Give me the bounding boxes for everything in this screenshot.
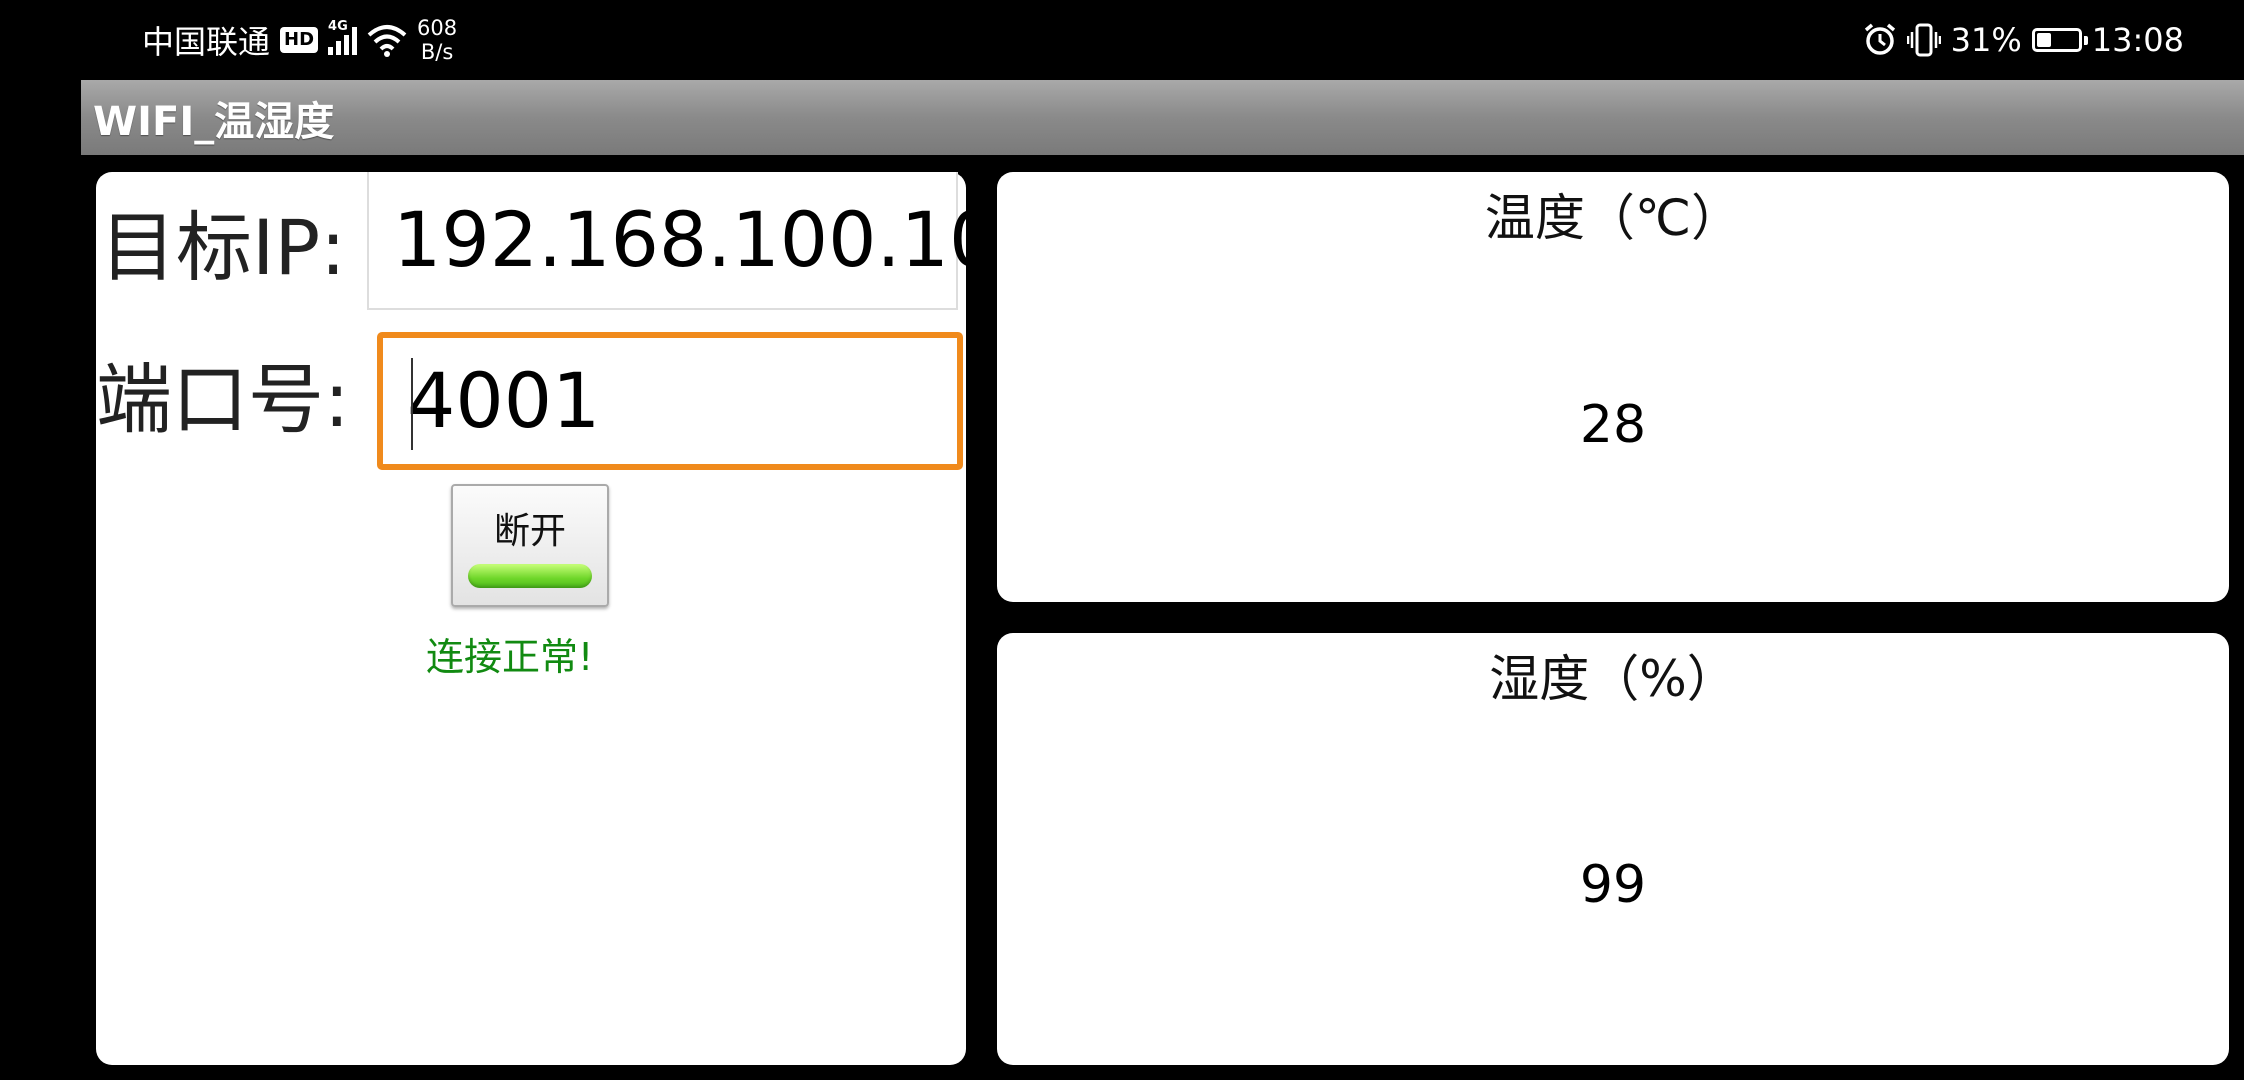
status-bar-left: 中国联通 HD 4G 608 B/s [142, 14, 457, 66]
disconnect-button-label: 断开 [493, 511, 566, 552]
hd-icon: HD [280, 27, 319, 53]
port-input[interactable]: 4001 [377, 332, 963, 470]
disconnect-button[interactable]: 断开 [451, 484, 609, 607]
network-type-label: 4G [328, 19, 348, 34]
text-cursor [411, 358, 413, 450]
temperature-title: 温度（℃） [1484, 189, 1742, 247]
status-bar: 中国联通 HD 4G 608 B/s 31% 13:08 [0, 0, 2244, 80]
temperature-value: 28 [1579, 395, 1647, 455]
port-value: 4001 [407, 356, 601, 445]
temperature-card: 温度（℃） 28 [997, 172, 2229, 602]
connection-status-text: 连接正常! [426, 635, 594, 679]
carrier-name: 中国联通 [142, 23, 271, 61]
connection-panel: 目标IP: 192.168.100.10 端口号: 4001 断开 连接正常! [96, 172, 997, 1065]
cellular-signal-icon: 4G [328, 19, 358, 55]
ip-label: 目标IP: [100, 203, 346, 292]
wifi-icon [367, 25, 407, 57]
speed-unit: B/s [420, 40, 454, 64]
ip-value: 192.168.100.10 [393, 195, 998, 284]
app-title-bar: WIFI_温湿度 [81, 80, 2244, 155]
battery-icon [2031, 28, 2088, 52]
speed-value: 608 [417, 16, 458, 40]
network-speed: 608 B/s [417, 16, 457, 64]
app-title: WIFI_温湿度 [93, 98, 335, 145]
port-label: 端口号: [96, 355, 350, 444]
clock: 13:08 [2091, 21, 2184, 59]
humidity-card: 湿度（%） 99 [997, 633, 2229, 1065]
alarm-icon [1864, 23, 1895, 55]
vibrate-icon [1906, 23, 1941, 57]
humidity-title: 湿度（%） [1489, 650, 1737, 708]
ip-input[interactable]: 192.168.100.10 [367, 172, 997, 310]
humidity-value: 99 [1579, 855, 1647, 915]
status-bar-right: 31% 13:08 [1863, 14, 2184, 66]
battery-percent: 31% [1950, 21, 2022, 59]
connection-indicator-light [468, 564, 592, 588]
